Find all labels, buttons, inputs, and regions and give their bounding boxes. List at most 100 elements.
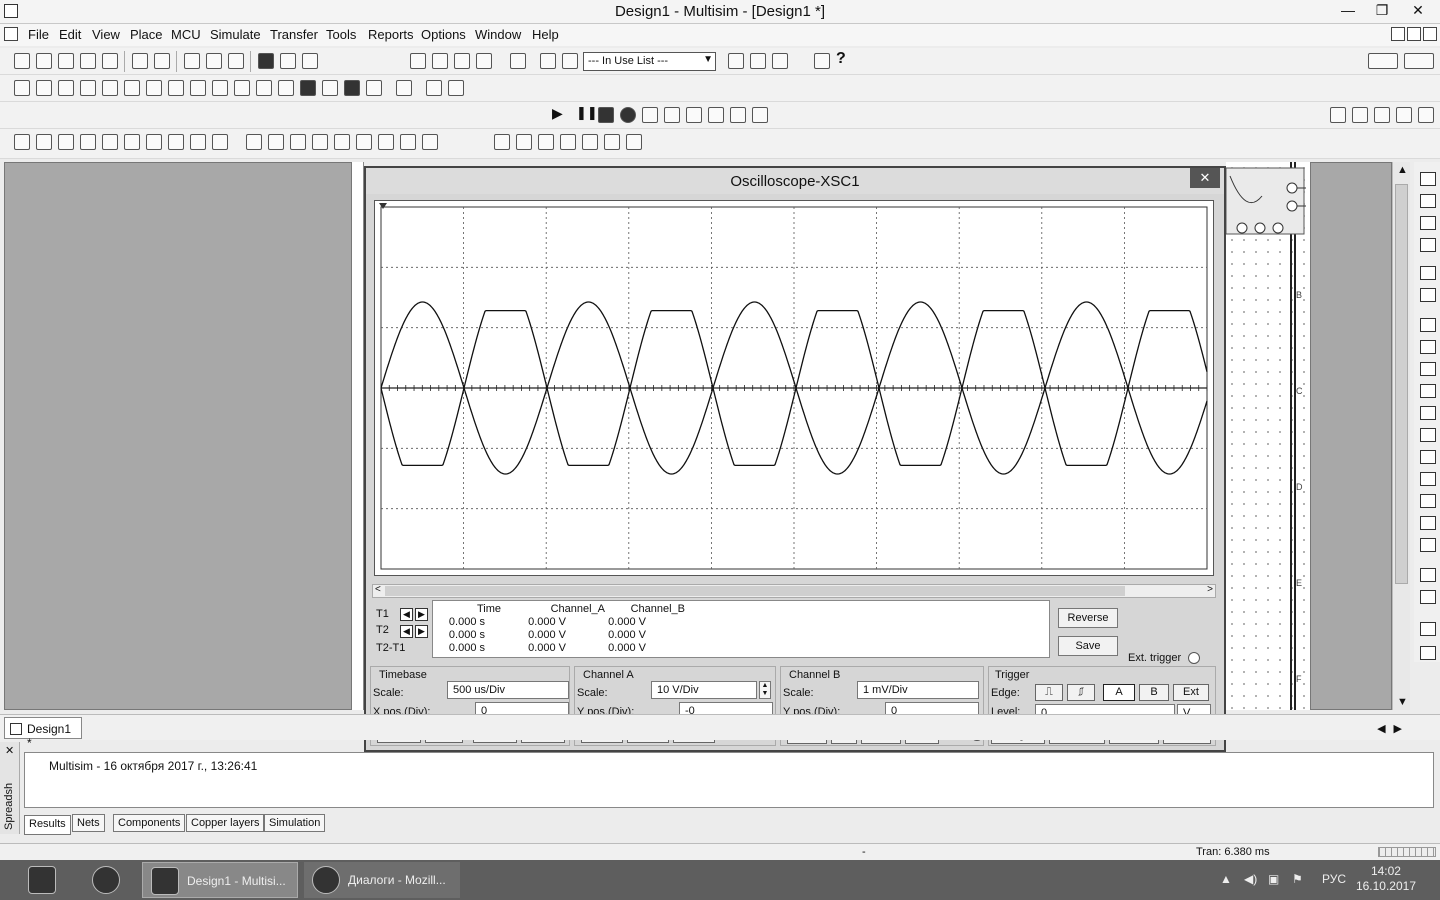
menu-place[interactable]: Place — [130, 27, 163, 42]
trigger-source-ext-button[interactable]: Ext — [1173, 684, 1209, 701]
interactive-simulation-icon[interactable] — [620, 107, 636, 123]
zoom-fit-icon[interactable] — [1396, 107, 1412, 123]
virtual-measurement-icon[interactable] — [212, 134, 228, 150]
timebase-scale-field[interactable]: 500 us/Div — [447, 681, 569, 699]
step-over-icon[interactable] — [686, 107, 702, 123]
back-annotate-icon[interactable] — [750, 53, 766, 69]
hierarchical-block-icon[interactable] — [396, 80, 412, 96]
analog-part-icon[interactable] — [312, 134, 328, 150]
breakpoint-icon[interactable] — [752, 107, 768, 123]
bode-plotter-instrument-icon[interactable] — [1420, 288, 1436, 302]
t1-right-arrow-icon[interactable]: ▶ — [415, 608, 428, 621]
rated-component-icon[interactable] — [290, 134, 306, 150]
open-sample-icon[interactable] — [80, 53, 96, 69]
advanced-peripherals-icon[interactable] — [190, 80, 206, 96]
menu-view[interactable]: View — [92, 27, 120, 42]
tab-copper-layers[interactable]: Copper layers — [186, 814, 265, 832]
save-all-icon[interactable] — [102, 53, 118, 69]
zoom-out-icon[interactable] — [1352, 107, 1368, 123]
view-fullscreen-icon[interactable] — [1404, 53, 1434, 69]
agilent-generator-icon[interactable] — [1420, 472, 1436, 486]
postprocessor-icon[interactable] — [540, 53, 556, 69]
undo-icon[interactable] — [258, 53, 274, 69]
t1-left-arrow-icon[interactable]: ◀ — [400, 608, 413, 621]
volume-icon[interactable]: ◀) — [1244, 872, 1257, 886]
close-button[interactable]: ✕ — [1400, 0, 1436, 22]
paste-icon[interactable] — [228, 53, 244, 69]
database-manager-icon[interactable] — [454, 53, 470, 69]
virtual-transistor-icon[interactable] — [146, 134, 162, 150]
in-use-list-dropdown[interactable]: --- In Use List --- ▼ — [583, 52, 716, 71]
ttl-icon[interactable] — [124, 80, 140, 96]
mcu-component-icon[interactable] — [168, 80, 184, 96]
mixed-icon[interactable] — [212, 80, 228, 96]
trigger-source-a-button[interactable]: A — [1103, 684, 1135, 701]
save-button[interactable]: Save — [1058, 636, 1118, 656]
zoom-in-icon[interactable] — [1330, 107, 1346, 123]
scroll-right-icon[interactable]: > — [1207, 584, 1213, 595]
close-icon[interactable]: ✕ — [5, 744, 14, 757]
screen-scrollbar[interactable]: < > — [372, 584, 1216, 598]
document-icon[interactable] — [4, 27, 18, 41]
language-indicator[interactable]: РУС — [1322, 872, 1346, 886]
step-out-icon[interactable] — [708, 107, 724, 123]
step-icon[interactable] — [642, 107, 658, 123]
stop-icon[interactable] — [598, 107, 614, 123]
diode-icon[interactable] — [58, 80, 74, 96]
logic-icon[interactable] — [378, 134, 394, 150]
screen-scroll-thumb[interactable] — [385, 586, 1125, 596]
design-toolbox-icon[interactable] — [410, 53, 426, 69]
menu-file[interactable]: File — [28, 27, 49, 42]
tab-results[interactable]: Results — [24, 815, 71, 835]
channel-a-scale-spinner[interactable]: ▲ ▼ — [759, 681, 771, 699]
menu-options[interactable]: Options — [421, 27, 466, 42]
timer-icon[interactable] — [400, 134, 416, 150]
indicator-icon[interactable] — [234, 80, 250, 96]
bode-plotter-icon[interactable] — [516, 134, 532, 150]
virtual-inductor-icon[interactable] — [80, 134, 96, 150]
schematic-canvas[interactable]: B C D E F — [1226, 162, 1310, 710]
trigger-source-b-button[interactable]: B — [1139, 684, 1169, 701]
find-examples-icon[interactable] — [814, 53, 830, 69]
tab-components[interactable]: Components — [113, 814, 186, 832]
logic-converter-icon[interactable] — [1420, 362, 1436, 376]
frequency-counter-icon[interactable] — [1420, 318, 1436, 332]
labview-icon[interactable] — [1420, 568, 1436, 582]
virtual-diode-icon[interactable] — [124, 134, 140, 150]
network-icon[interactable] — [1420, 450, 1436, 464]
signal-source-icon[interactable] — [246, 134, 262, 150]
distortion-analyzer-icon[interactable] — [626, 134, 642, 150]
scroll-left-icon[interactable]: < — [375, 584, 381, 595]
ic-icon[interactable] — [356, 134, 372, 150]
step-into-icon[interactable] — [664, 107, 680, 123]
electrical-rules-icon[interactable] — [562, 53, 578, 69]
action-center-icon[interactable]: ⚑ — [1292, 872, 1303, 886]
clock[interactable]: 14:02 16.10.2017 — [1356, 864, 1416, 894]
component-wizard-icon[interactable] — [510, 53, 526, 69]
virtual-motor-icon[interactable] — [190, 134, 206, 150]
vertical-scrollbar[interactable]: ▲ ▼ — [1392, 162, 1410, 710]
menu-tools[interactable]: Tools — [326, 27, 356, 42]
calculator-icon[interactable] — [302, 53, 318, 69]
electromechanical-icon[interactable] — [322, 80, 338, 96]
taskbar-firefox[interactable]: Диалоги - Mozill... — [304, 862, 460, 898]
network-analyzer-icon[interactable] — [560, 134, 576, 150]
redo-icon[interactable] — [280, 53, 296, 69]
print-preview-icon[interactable] — [154, 53, 170, 69]
tab-design1[interactable]: Design1 * — [4, 717, 82, 750]
spectrum-analyzer-icon[interactable] — [538, 134, 554, 150]
virtual-wave-icon[interactable] — [102, 134, 118, 150]
cmos-icon[interactable] — [146, 80, 162, 96]
ni-component-icon[interactable] — [344, 80, 360, 96]
four-channel-oscilloscope-icon[interactable] — [1420, 266, 1436, 280]
ext-trigger-terminal[interactable] — [1188, 652, 1200, 664]
logic-analyzer-icon[interactable] — [582, 134, 598, 150]
virtual-capacitor-icon[interactable] — [58, 134, 74, 150]
iv-analyser-icon[interactable] — [1420, 384, 1436, 398]
copy-icon[interactable] — [206, 53, 222, 69]
fullscreen-icon[interactable] — [1418, 107, 1434, 123]
menu-window[interactable]: Window — [475, 27, 521, 42]
iv-analyzer-icon[interactable] — [604, 134, 620, 150]
scroll-up-icon[interactable]: ▲ — [1397, 164, 1408, 176]
show-hidden-icons-icon[interactable]: ▲ — [1220, 872, 1232, 886]
